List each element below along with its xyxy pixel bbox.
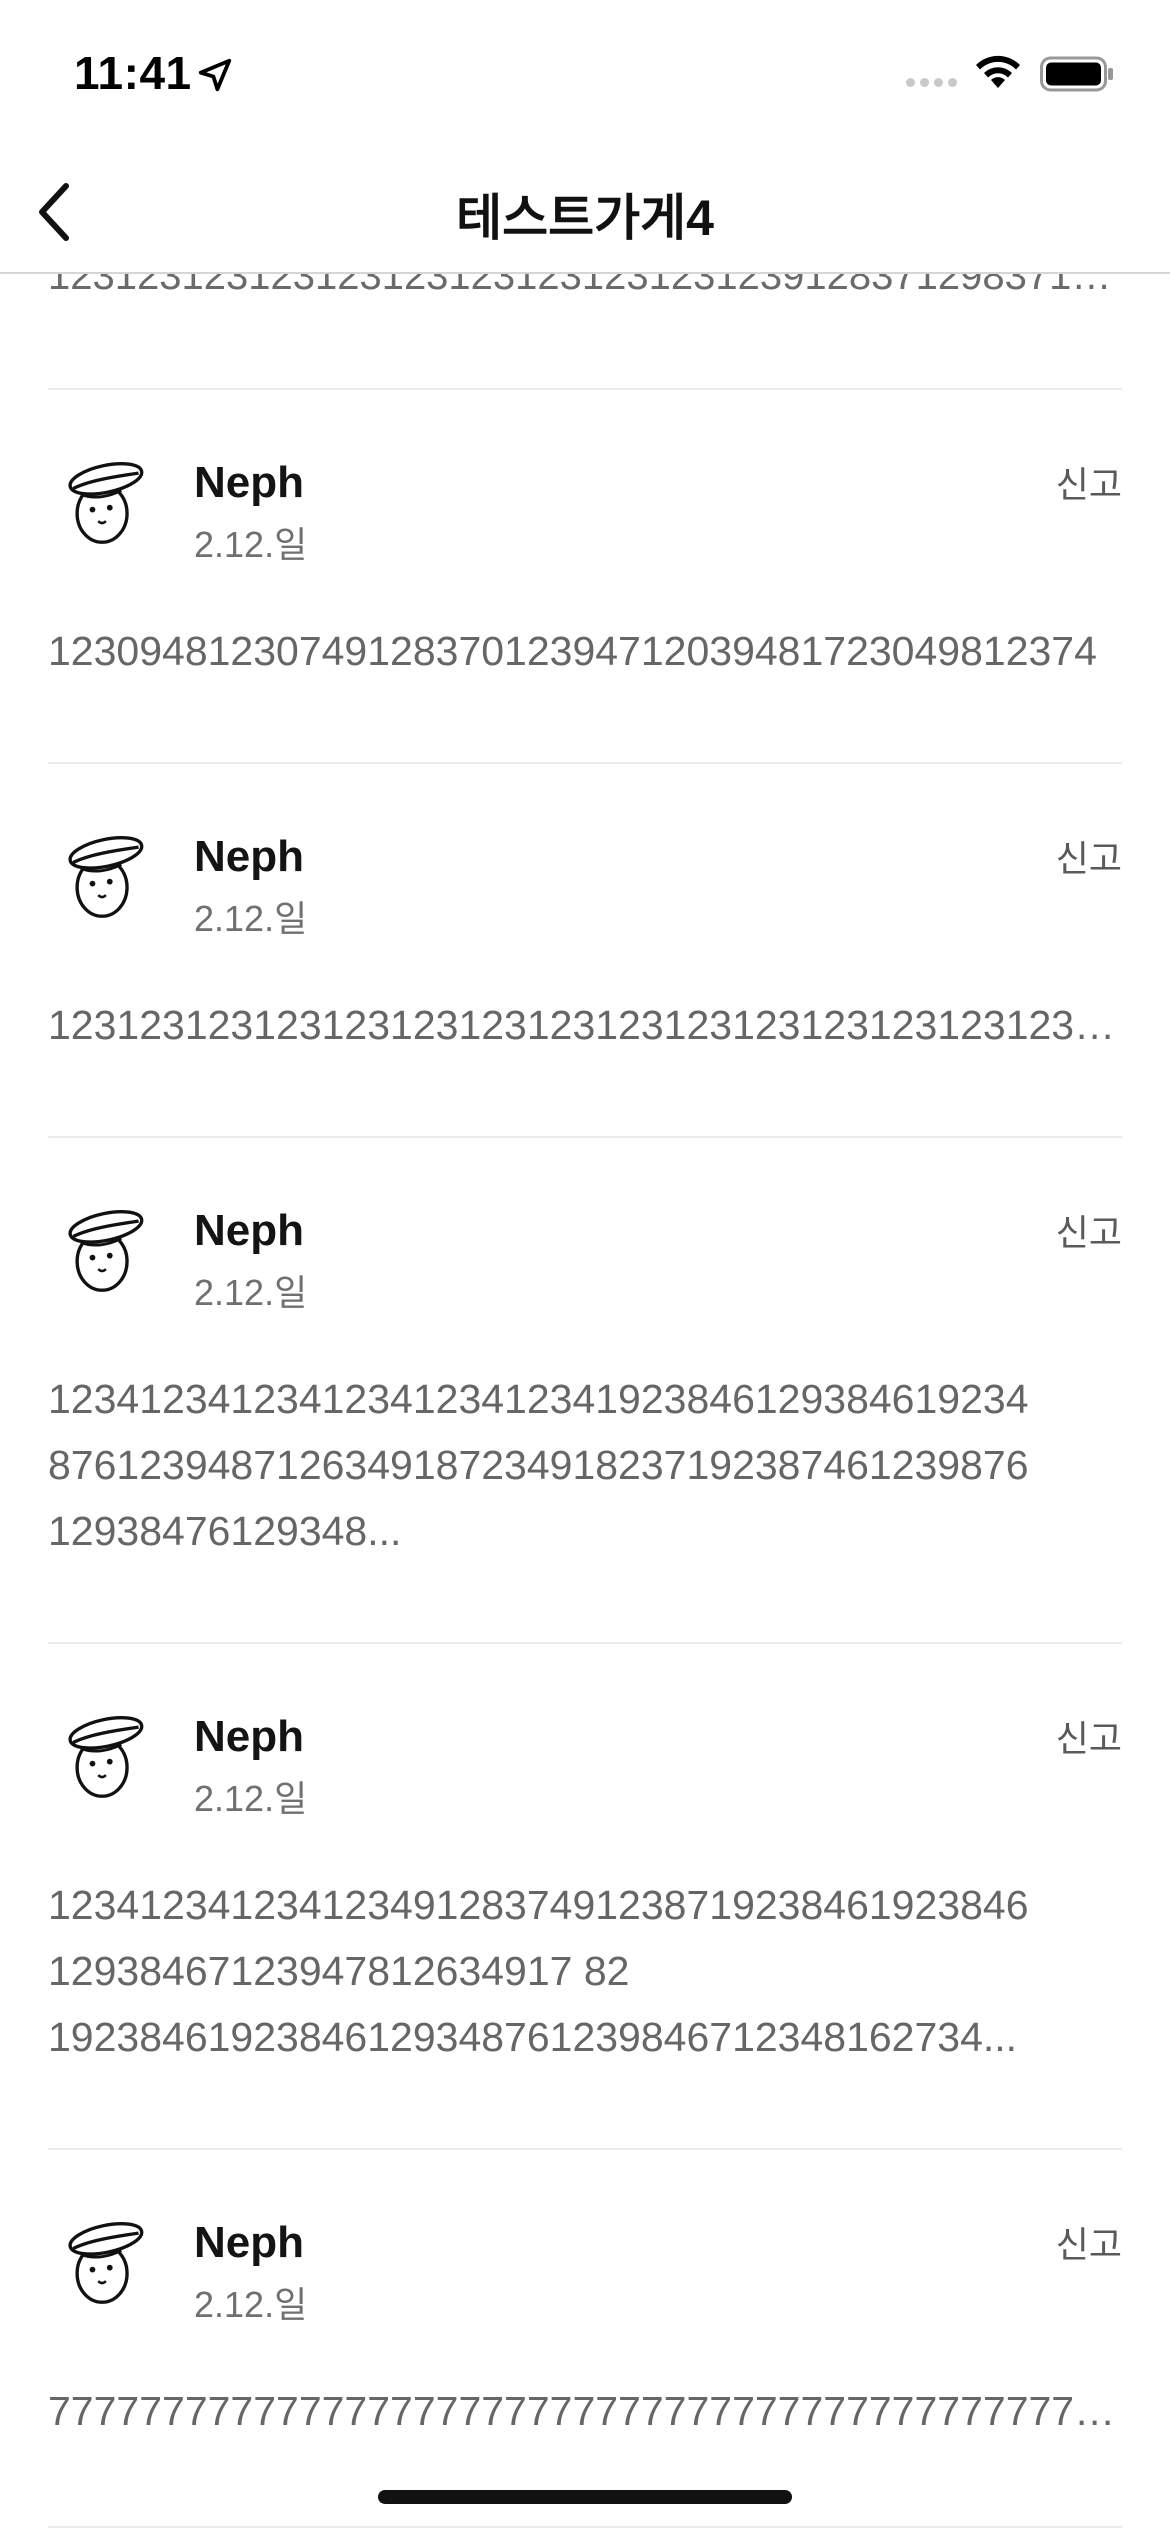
avatar-icon — [68, 1716, 144, 1798]
review-item: Neph 2.12.일 신고 1234123412341234912837491… — [48, 1706, 1122, 2060]
review-item: Neph 2.12.일 신고 1231231231231231231231231… — [48, 826, 1122, 1048]
avatar-icon — [68, 836, 144, 918]
divider — [48, 2148, 1122, 2150]
review-author: Neph — [194, 1206, 304, 1255]
status-time: 11:41 — [74, 47, 192, 99]
review-text: 1230948123074912837012394712039481723049… — [48, 628, 1097, 674]
review-text: 7777777777777777777777777777777777777777… — [48, 2388, 1122, 2434]
review-date: 2.12.일 — [194, 898, 308, 939]
review-author: Neph — [194, 2218, 304, 2267]
report-button[interactable]: 신고 — [1056, 1204, 1122, 1256]
divider — [48, 2526, 1122, 2528]
signal-icon — [906, 78, 957, 87]
report-button[interactable]: 신고 — [1056, 830, 1122, 882]
review-item: Neph 2.12.일 신고 7777777777777777777777777… — [48, 2212, 1122, 2452]
review-item: Neph 2.12.일 신고 1234123412341234123412341… — [48, 1200, 1122, 1554]
status-bar: 11:41 — [0, 0, 1170, 150]
review-date: 2.12.일 — [194, 2284, 308, 2325]
report-button[interactable]: 신고 — [1056, 2216, 1122, 2268]
review-text: 1234123412341234912837491238719238461923… — [48, 1882, 1029, 2060]
review-author: Neph — [194, 458, 304, 507]
avatar-icon — [68, 2222, 144, 2304]
wifi-icon — [976, 55, 1020, 88]
divider — [48, 1642, 1122, 1644]
review-date: 2.12.일 — [194, 1778, 308, 1819]
review-text: 1231231231231231231231231231231231231231… — [48, 1002, 1122, 1048]
home-indicator[interactable] — [378, 2490, 792, 2504]
avatar-icon — [68, 1210, 144, 1292]
review-author: Neph — [194, 1712, 304, 1761]
report-button[interactable]: 신고 — [1056, 456, 1122, 508]
review-date: 2.12.일 — [194, 524, 308, 565]
divider — [48, 762, 1122, 764]
review-date: 2.12.일 — [194, 1272, 308, 1313]
location-arrow-icon — [198, 58, 232, 92]
nav-bar: 테스트가게4 — [0, 150, 1170, 274]
review-list[interactable]: 1231231231231231231231231231231239128371… — [0, 272, 1170, 2532]
battery-icon — [1040, 56, 1113, 92]
review-text: 1234123412341234123412341923846129384619… — [48, 1376, 1029, 1554]
page-title: 테스트가게4 — [456, 190, 714, 246]
avatar-icon — [68, 462, 144, 544]
report-button[interactable]: 신고 — [1056, 1710, 1122, 1762]
review-text-partial: 1231231231231231231231231231231239128371… — [48, 272, 1122, 298]
review-item: Neph 2.12.일 신고 1230948123074912837012394… — [48, 452, 1122, 674]
review-author: Neph — [194, 832, 304, 881]
divider — [48, 388, 1122, 390]
divider — [48, 1136, 1122, 1138]
